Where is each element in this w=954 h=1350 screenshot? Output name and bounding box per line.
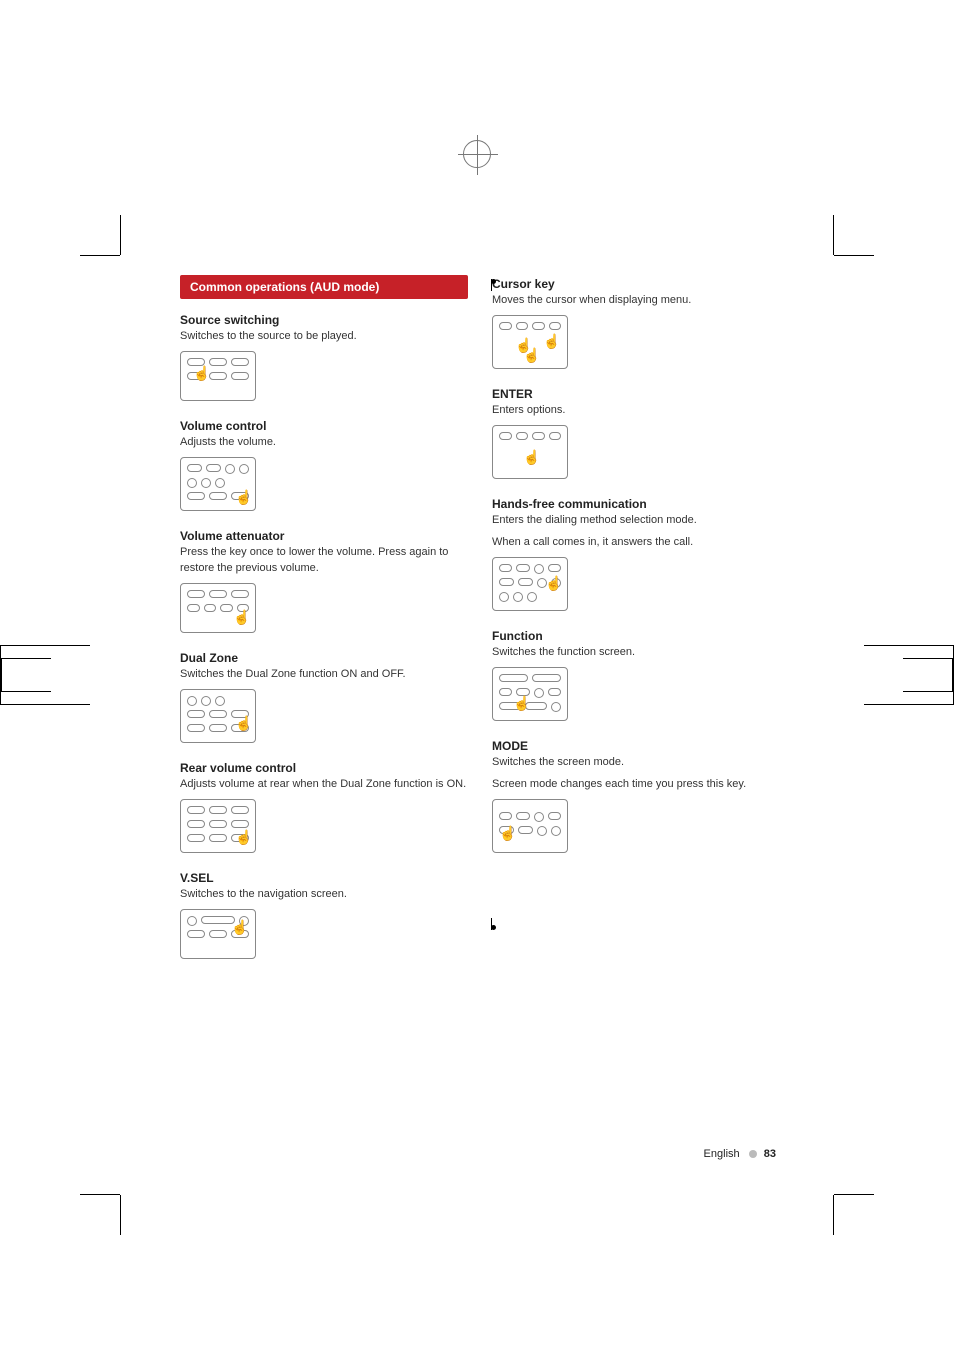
item-mode: MODE Switches the screen mode. Screen mo… xyxy=(492,739,780,853)
pointer-hand-icon: ☝ xyxy=(543,334,559,350)
remote-diagram-icon: ☝ xyxy=(180,583,256,633)
description: Screen mode changes each time you press … xyxy=(492,777,780,793)
heading: V.SEL xyxy=(180,871,468,885)
pointer-hand-icon: ☝ xyxy=(523,450,539,466)
remote-diagram-icon: ☝ xyxy=(180,799,256,853)
heading: Volume attenuator xyxy=(180,529,468,543)
item-function: Function Switches the function screen. ☝ xyxy=(492,629,780,721)
left-column: Common operations (AUD mode) Source swit… xyxy=(180,275,468,977)
fold-mark-icon xyxy=(0,645,90,705)
crop-mark-icon xyxy=(120,1195,121,1235)
column-marker-icon xyxy=(491,918,492,930)
description: Moves the cursor when displaying menu. xyxy=(492,293,780,309)
heading: Source switching xyxy=(180,313,468,327)
item-hands-free: Hands-free communication Enters the dial… xyxy=(492,497,780,611)
description: Press the key once to lower the volume. … xyxy=(180,545,468,577)
remote-diagram-icon: ☝ xyxy=(492,799,568,853)
description: Enters options. xyxy=(492,403,780,419)
description: Switches the Dual Zone function ON and O… xyxy=(180,667,468,683)
pointer-hand-icon: ☝ xyxy=(235,830,251,846)
crop-mark-icon xyxy=(80,1194,120,1195)
registration-mark-icon xyxy=(463,140,491,168)
item-dual-zone: Dual Zone Switches the Dual Zone functio… xyxy=(180,651,468,743)
section-header: Common operations (AUD mode) xyxy=(180,275,468,299)
pointer-hand-icon: ☝ xyxy=(235,490,251,506)
page-footer: English 83 xyxy=(704,1148,776,1160)
heading: Rear volume control xyxy=(180,761,468,775)
heading: Function xyxy=(492,629,780,643)
heading: Volume control xyxy=(180,419,468,433)
heading: Dual Zone xyxy=(180,651,468,665)
remote-diagram-icon: ☝ xyxy=(180,909,256,959)
crop-mark-icon xyxy=(834,255,874,256)
column-marker-icon xyxy=(491,279,492,291)
item-enter: ENTER Enters options. ☝ xyxy=(492,387,780,479)
item-source-switching: Source switching Switches to the source … xyxy=(180,313,468,401)
remote-diagram-icon: ☝ xyxy=(492,557,568,611)
crop-mark-icon xyxy=(80,255,120,256)
pointer-hand-icon: ☝ xyxy=(233,610,249,626)
crop-mark-icon xyxy=(833,215,834,255)
item-rear-volume: Rear volume control Adjusts volume at re… xyxy=(180,761,468,853)
description: Switches the screen mode. xyxy=(492,755,780,771)
remote-diagram-icon: ☝ xyxy=(492,425,568,479)
pointer-hand-icon: ☝ xyxy=(235,716,251,732)
description: Adjusts the volume. xyxy=(180,435,468,451)
remote-diagram-icon: ☝ ☝ ☝ xyxy=(492,315,568,369)
item-volume-attenuator: Volume attenuator Press the key once to … xyxy=(180,529,468,633)
description: Enters the dialing method selection mode… xyxy=(492,513,780,529)
remote-diagram-icon: ☝ xyxy=(180,351,256,401)
item-volume-control: Volume control Adjusts the volume. ☝ xyxy=(180,419,468,511)
item-cursor-key: Cursor key Moves the cursor when display… xyxy=(492,277,780,369)
heading: Hands-free communication xyxy=(492,497,780,511)
fold-mark-icon xyxy=(864,645,954,705)
page: Common operations (AUD mode) Source swit… xyxy=(0,0,954,1350)
description: Switches to the source to be played. xyxy=(180,329,468,345)
description: Switches to the navigation screen. xyxy=(180,887,468,903)
remote-diagram-icon: ☝ xyxy=(492,667,568,721)
right-column: Cursor key Moves the cursor when display… xyxy=(492,275,780,977)
bullet-icon xyxy=(749,1150,757,1158)
crop-mark-icon xyxy=(833,1195,834,1235)
content-area: Common operations (AUD mode) Source swit… xyxy=(180,275,780,977)
pointer-hand-icon: ☝ xyxy=(193,366,209,382)
pointer-hand-icon: ☝ xyxy=(499,826,515,842)
footer-language: English xyxy=(704,1148,740,1160)
pointer-hand-icon: ☝ xyxy=(513,696,529,712)
heading: Cursor key xyxy=(492,277,780,291)
pointer-hand-icon: ☝ xyxy=(231,920,247,936)
description: Switches the function screen. xyxy=(492,645,780,661)
remote-diagram-icon: ☝ xyxy=(180,457,256,511)
pointer-hand-icon: ☝ xyxy=(523,348,539,364)
heading: MODE xyxy=(492,739,780,753)
item-vsel: V.SEL Switches to the navigation screen.… xyxy=(180,871,468,959)
crop-mark-icon xyxy=(120,215,121,255)
heading: ENTER xyxy=(492,387,780,401)
crop-mark-icon xyxy=(834,1194,874,1195)
pointer-hand-icon: ☝ xyxy=(545,576,561,592)
page-number: 83 xyxy=(764,1148,776,1160)
description: When a call comes in, it answers the cal… xyxy=(492,535,780,551)
remote-diagram-icon: ☝ xyxy=(180,689,256,743)
description: Adjusts volume at rear when the Dual Zon… xyxy=(180,777,468,793)
